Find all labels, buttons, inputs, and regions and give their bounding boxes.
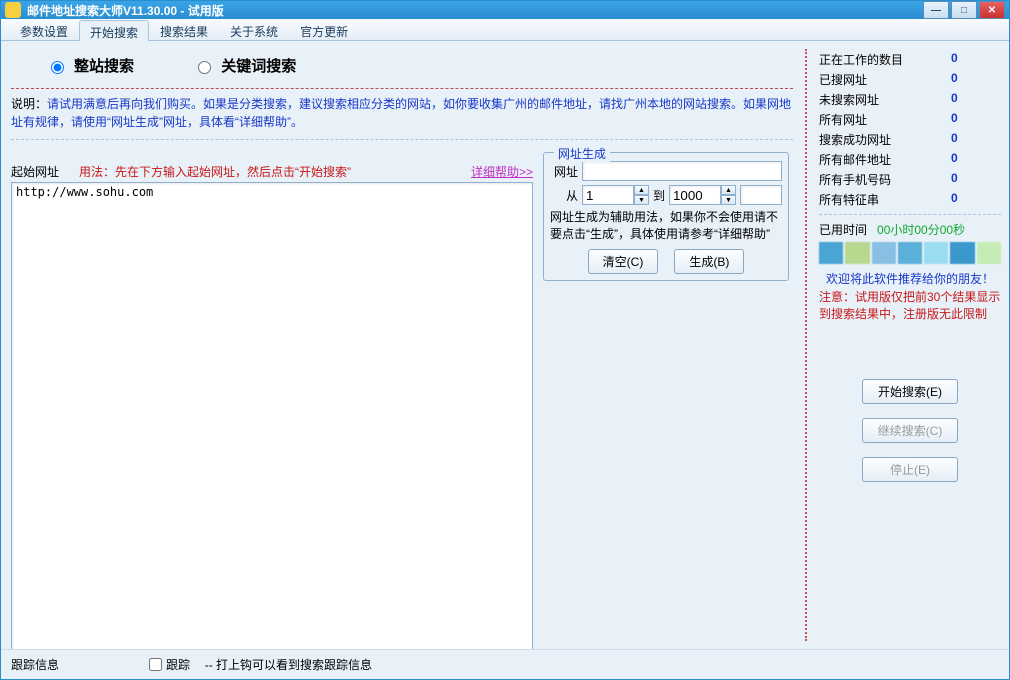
gen-from-down[interactable]: ▼: [634, 195, 649, 205]
vertical-divider: [805, 49, 807, 641]
radio-whole-site-input[interactable]: [51, 61, 64, 74]
url-gen-legend: 网址生成: [554, 145, 610, 162]
stat-working: 正在工作的数目0: [819, 51, 1001, 68]
window-title: 邮件地址搜索大师V11.30.00 - 试用版: [27, 2, 224, 19]
radio-whole-site-label: 整站搜索: [74, 58, 134, 75]
tab-update[interactable]: 官方更新: [289, 19, 359, 40]
explain-text: 说明：请试用满意后再向我们购买。如果是分类搜索，建议搜索相应分类的网站，如你要收…: [11, 95, 793, 131]
track-checkbox-label[interactable]: 跟踪 -- 打上钩可以看到搜索跟踪信息: [149, 656, 372, 673]
stop-button[interactable]: 停止(E): [862, 457, 958, 482]
stat-searched: 已搜网址0: [819, 71, 1001, 88]
start-search-button[interactable]: 开始搜索(E): [862, 379, 958, 404]
separator: [11, 88, 793, 89]
gen-clear-button[interactable]: 清空(C): [588, 249, 659, 274]
gen-from-label: 从: [550, 187, 578, 204]
promo-graphic: [819, 242, 1001, 264]
gen-note: 网址生成为辅助用法，如果你不会使用请不要点击“生成”，具体使用请参考“详细帮助”: [550, 209, 782, 243]
separator: [11, 139, 793, 140]
minimize-button[interactable]: —: [923, 1, 949, 19]
gen-suffix-input[interactable]: [740, 185, 782, 205]
url-generator-group: 网址生成 网址 从 ▲▼ 到 ▲▼ 网址生成为辅助用法，如果你不会使用请不要点击…: [543, 152, 789, 281]
trial-note: 注意：试用版仅把前30个结果显示到搜索结果中，注册版无此限制: [819, 289, 1001, 323]
search-mode-row: 整站搜索 关键词搜索: [11, 49, 793, 86]
maximize-button[interactable]: □: [951, 1, 977, 19]
titlebar: 邮件地址搜索大师V11.30.00 - 试用版 — □ ✕: [1, 1, 1009, 19]
usage-hint: 用法：先在下方输入起始网址，然后点击“开始搜索”: [79, 165, 351, 179]
continue-search-button[interactable]: 继续搜索(C): [862, 418, 958, 443]
elapsed-label: 已用时间: [819, 221, 867, 238]
stats-panel: 正在工作的数目0 已搜网址0 未搜索网址0 所有网址0 搜索成功网址0 所有邮件…: [809, 41, 1009, 649]
tab-params[interactable]: 参数设置: [9, 19, 79, 40]
app-icon: [5, 2, 21, 18]
start-url-label: 起始网址: [11, 165, 59, 179]
radio-keyword[interactable]: 关键词搜索: [198, 58, 296, 75]
track-row: 跟踪信息 跟踪 -- 打上钩可以看到搜索跟踪信息: [1, 649, 1009, 679]
gen-to-down[interactable]: ▼: [721, 195, 736, 205]
gen-to-input[interactable]: [669, 185, 721, 205]
radio-keyword-input[interactable]: [198, 61, 211, 74]
stat-all-urls: 所有网址0: [819, 111, 1001, 128]
stat-patterns: 所有特征串0: [819, 191, 1001, 208]
elapsed-value: 00小时00分00秒: [877, 221, 965, 238]
radio-keyword-label: 关键词搜索: [221, 58, 296, 75]
tab-about[interactable]: 关于系统: [219, 19, 289, 40]
gen-from-input[interactable]: [582, 185, 634, 205]
tab-results[interactable]: 搜索结果: [149, 19, 219, 40]
gen-from-up[interactable]: ▲: [634, 185, 649, 195]
tab-start-search[interactable]: 开始搜索: [79, 20, 149, 41]
explain-label: 说明：: [11, 97, 47, 111]
gen-to-up[interactable]: ▲: [721, 185, 736, 195]
stat-phones: 所有手机号码0: [819, 171, 1001, 188]
help-link[interactable]: 详细帮助>>: [471, 163, 533, 180]
close-button[interactable]: ✕: [979, 1, 1005, 19]
gen-generate-button[interactable]: 生成(B): [674, 249, 744, 274]
recommend-text: 欢迎将此软件推荐给你的朋友！: [819, 270, 1001, 287]
stat-unsearched: 未搜索网址0: [819, 91, 1001, 108]
stat-emails: 所有邮件地址0: [819, 151, 1001, 168]
gen-url-input[interactable]: [582, 161, 782, 181]
track-checkbox[interactable]: [149, 658, 162, 671]
radio-whole-site[interactable]: 整站搜索: [51, 58, 134, 75]
track-label: 跟踪信息: [11, 656, 59, 673]
gen-to-label: 到: [653, 187, 665, 204]
gen-url-label: 网址: [550, 163, 578, 180]
tab-bar: 参数设置 开始搜索 搜索结果 关于系统 官方更新: [1, 19, 1009, 41]
start-urls-textarea[interactable]: [11, 182, 533, 650]
elapsed-row: 已用时间 00小时00分00秒: [819, 221, 1001, 238]
track-note: -- 打上钩可以看到搜索跟踪信息: [205, 656, 372, 673]
explain-body: 请试用满意后再向我们购买。如果是分类搜索，建议搜索相应分类的网站，如你要收集广州…: [11, 97, 791, 129]
stat-success: 搜索成功网址0: [819, 131, 1001, 148]
